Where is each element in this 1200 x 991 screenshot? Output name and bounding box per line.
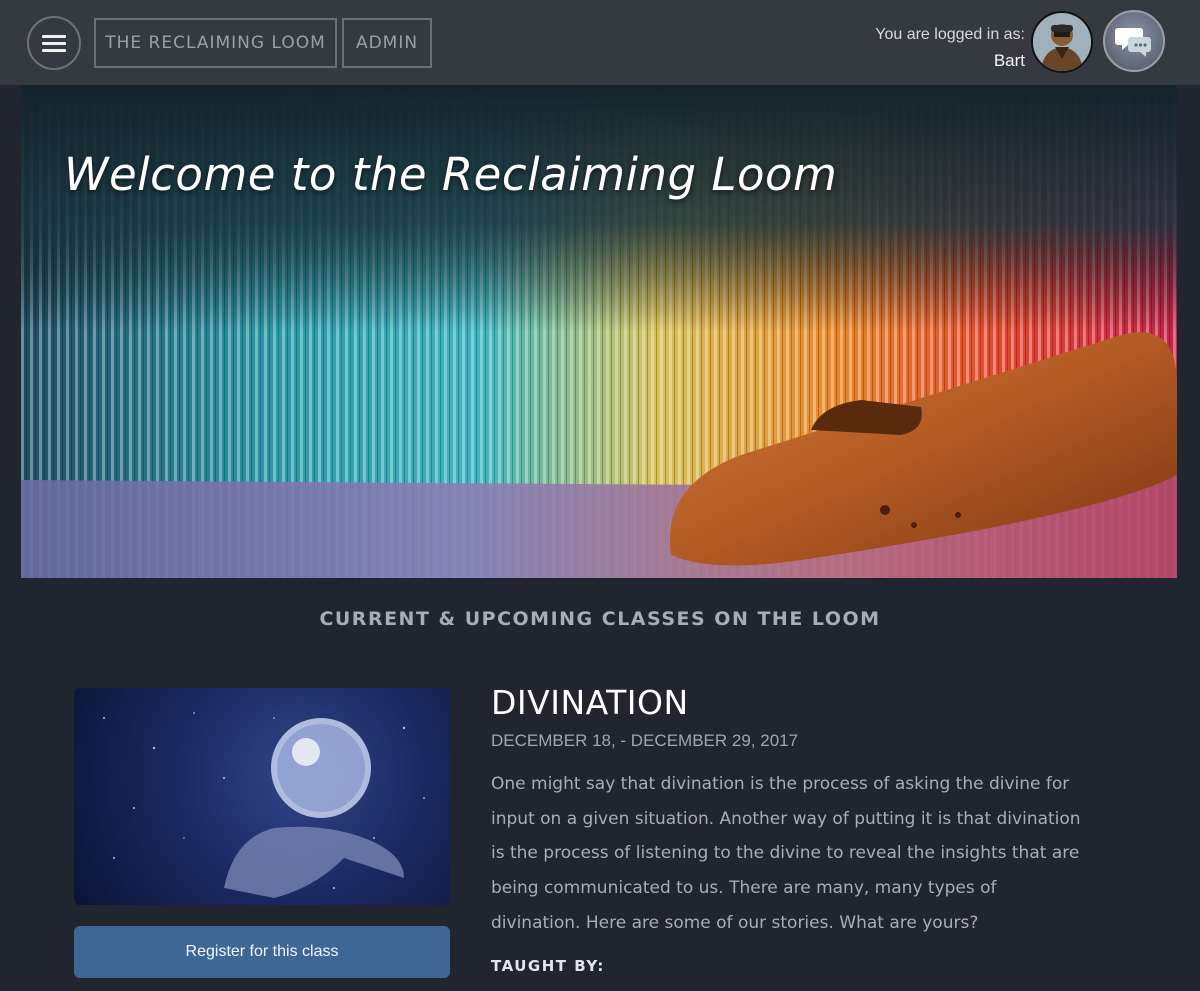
user-avatar[interactable] (1031, 11, 1093, 73)
crystal-ball-image (103, 712, 425, 898)
register-button[interactable]: Register for this class (74, 926, 450, 978)
hamburger-icon (42, 31, 66, 56)
chat-button[interactable] (1103, 10, 1165, 72)
login-label: You are logged in as: (875, 26, 1025, 43)
section-title: CURRENT & UPCOMING CLASSES ON THE LOOM (319, 608, 881, 630)
class-title[interactable]: DIVINATION (491, 683, 689, 722)
hero-title: Welcome to the Reclaiming Loom (64, 148, 838, 201)
taught-by-label: TAUGHT BY: (491, 957, 605, 975)
class-image (74, 688, 450, 905)
hero-banner: Welcome to the Reclaiming Loom (21, 85, 1177, 578)
menu-button[interactable] (27, 16, 81, 70)
nav-admin-link[interactable]: ADMIN (342, 18, 432, 68)
username[interactable]: Bart (875, 48, 1025, 74)
login-status: You are logged in as: Bart (875, 22, 1025, 74)
nav-home-link[interactable]: THE RECLAIMING LOOM (94, 18, 337, 68)
avatar-icon (1033, 13, 1091, 71)
chat-bubbles-icon (1115, 28, 1151, 57)
class-description: One might say that divination is the pro… (491, 774, 1081, 933)
top-bar: THE RECLAIMING LOOM ADMIN You are logged… (0, 0, 1200, 85)
class-dates: DECEMBER 18, - DECEMBER 29, 2017 (491, 731, 799, 750)
